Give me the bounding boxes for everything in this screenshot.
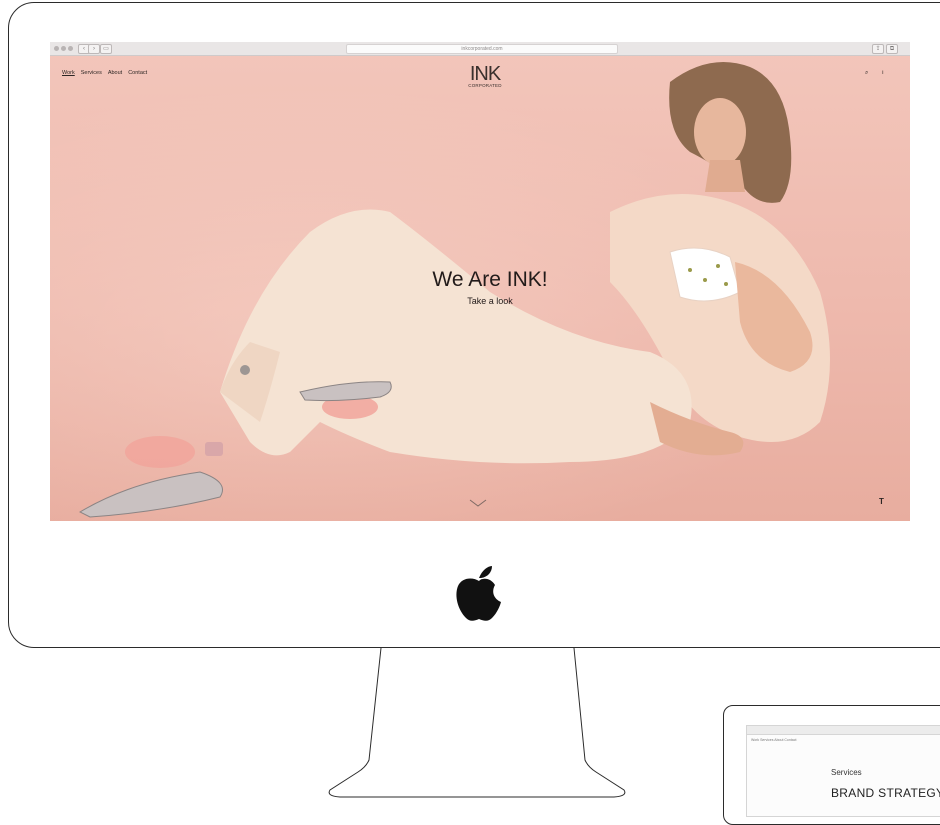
laptop-brand-strategy-heading: BRAND STRATEGY: [831, 786, 940, 800]
chevron-down-icon[interactable]: [468, 498, 488, 508]
apple-logo-icon: [456, 566, 501, 621]
sidebar-button[interactable]: ▭: [100, 44, 112, 54]
window-zoom-button[interactable]: [68, 46, 73, 51]
nav-services-link[interactable]: Services: [81, 70, 102, 76]
laptop-browser-toolbar: [747, 726, 940, 735]
nav-contact-link[interactable]: Contact: [128, 70, 147, 76]
address-bar[interactable]: inkcorporated.com: [346, 44, 618, 54]
window-close-button[interactable]: [54, 46, 59, 51]
share-button[interactable]: ⇪: [872, 44, 884, 54]
corner-label: T: [879, 497, 884, 506]
laptop-screen: Work Services About Contact Services BRA…: [746, 725, 940, 817]
site-nav: Work Services About Contact: [62, 70, 147, 76]
hero-title: We Are INK!: [432, 268, 548, 291]
browser-toolbar: ‹ › ▭ inkcorporated.com ⇪ ⧉: [50, 42, 910, 56]
forward-button[interactable]: ›: [88, 44, 100, 54]
tabs-button[interactable]: ⧉: [886, 44, 898, 54]
nav-about-link[interactable]: About: [108, 70, 122, 76]
window-minimize-button[interactable]: [61, 46, 66, 51]
site-logo-subtitle: CORPORATED: [468, 83, 502, 88]
laptop-services-heading: Services: [831, 768, 862, 777]
nav-work-link[interactable]: Work: [62, 70, 75, 76]
browser-screen: ‹ › ▭ inkcorporated.com ⇪ ⧉ Work Service…: [50, 42, 910, 521]
user-icon[interactable]: ı: [882, 70, 884, 76]
laptop-site-nav: Work Services About Contact: [751, 738, 797, 742]
search-icon[interactable]: ⌕: [865, 70, 868, 77]
hero-cta-link[interactable]: Take a look: [390, 296, 590, 306]
